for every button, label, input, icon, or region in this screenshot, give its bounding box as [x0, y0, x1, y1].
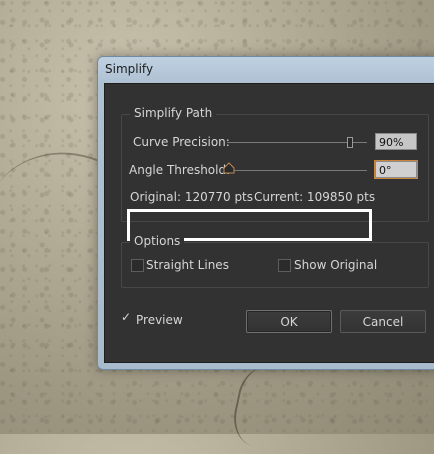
preview-label: Preview — [136, 313, 183, 327]
angle-threshold-field[interactable]: 0° — [374, 160, 418, 179]
simplify-path-legend: Simplify Path — [130, 106, 217, 120]
curve-precision-label: Curve Precision: — [133, 135, 230, 149]
angle-threshold-slider-track[interactable] — [227, 170, 367, 171]
show-original-checkbox[interactable] — [278, 259, 291, 272]
simplify-dialog: Simplify Simplify Path Curve Precision: … — [97, 56, 434, 370]
show-original-label: Show Original — [294, 258, 378, 272]
original-point-count: Original: 120770 pts — [130, 190, 254, 204]
angle-threshold-slider-thumb[interactable] — [223, 162, 235, 174]
straight-lines-label: Straight Lines — [146, 258, 229, 272]
cancel-button[interactable]: Cancel — [340, 310, 426, 333]
preview-checkbox-checkmark-icon[interactable]: ✓ — [121, 310, 131, 324]
dialog-title: Simplify — [105, 62, 154, 76]
curve-precision-slider-thumb[interactable] — [347, 137, 353, 148]
curve-precision-slider-track[interactable] — [227, 142, 367, 143]
dialog-body: Simplify Path Curve Precision: 90% Angle… — [104, 83, 434, 363]
current-point-count: Current: 109850 pts — [254, 190, 376, 204]
straight-lines-checkbox[interactable] — [131, 259, 144, 272]
curve-precision-field[interactable]: 90% — [375, 133, 417, 150]
angle-threshold-label: Angle Threshold: — [129, 163, 231, 177]
ok-button[interactable]: OK — [246, 310, 332, 333]
options-legend: Options — [130, 234, 185, 248]
